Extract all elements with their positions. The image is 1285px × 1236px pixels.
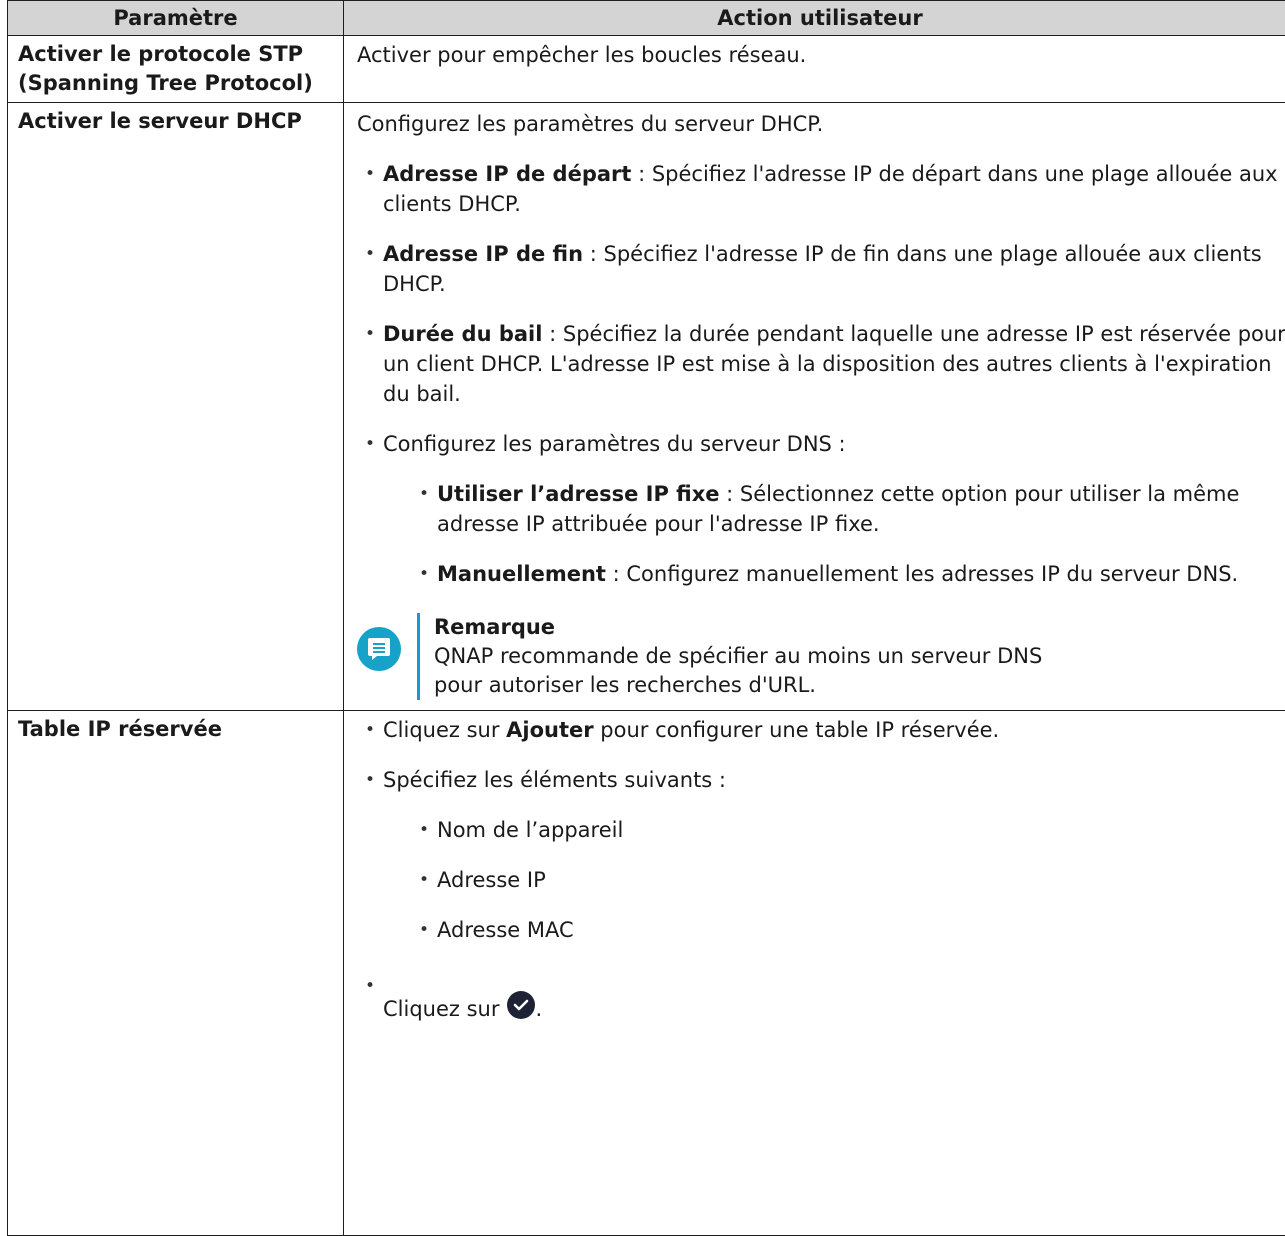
list-item: Manuellement : Configurez manuellement l…	[411, 559, 1285, 589]
list-item-label: Adresse IP de départ	[383, 162, 631, 186]
list-item: Cliquez sur Ajouter pour configurer une …	[357, 715, 1285, 745]
note-box: Remarque QNAP recommande de spécifier au…	[357, 613, 1285, 706]
dhcp-intro: Configurez les paramètres du serveur DHC…	[357, 109, 1285, 139]
list-item: Configurez les paramètres du serveur DNS…	[357, 429, 1285, 459]
parameters-table: Paramètre Action utilisateur Activer le …	[7, 0, 1285, 1236]
note-title: Remarque	[434, 613, 1042, 642]
dhcp-list: Adresse IP de départ : Spécifiez l'adres…	[357, 159, 1285, 459]
header-action-utilisateur: Action utilisateur	[344, 1, 1285, 36]
note-icon	[357, 627, 401, 671]
param-reserved-ip: Table IP réservée	[8, 711, 344, 1236]
param-stp: Activer le protocole STP (Spanning Tree …	[8, 36, 344, 103]
list-item-label: Durée du bail	[383, 322, 542, 346]
reserved-list: Cliquez sur Ajouter pour configurer une …	[357, 715, 1285, 795]
table-row-reserved-ip: Table IP réservée Cliquez sur Ajouter po…	[8, 711, 1285, 1236]
note-body: Remarque QNAP recommande de spécifier au…	[417, 613, 1042, 700]
list-item-text: pour configurer une table IP réservée.	[594, 718, 1000, 742]
dns-item-text: Configurez les paramètres du serveur DNS…	[383, 432, 846, 456]
param-dhcp: Activer le serveur DHCP	[8, 103, 344, 711]
ajouter-label: Ajouter	[506, 718, 593, 742]
action-stp: Activer pour empêcher les boucles réseau…	[344, 36, 1285, 103]
list-item-label: Adresse IP de fin	[383, 242, 583, 266]
list-item: Adresse IP de départ : Spécifiez l'adres…	[357, 159, 1285, 219]
table-row-dhcp: Activer le serveur DHCP Configurez les p…	[8, 103, 1285, 711]
list-item-text: : Configurez manuellement les adresses I…	[606, 562, 1238, 586]
list-item: Spécifiez les éléments suivants :	[357, 765, 1285, 795]
list-item: Utiliser l’adresse IP fixe : Sélectionne…	[411, 479, 1285, 539]
table-header-row: Paramètre Action utilisateur	[8, 1, 1285, 36]
list-item: Adresse IP	[411, 865, 1285, 895]
action-reserved-ip: Cliquez sur Ajouter pour configurer une …	[344, 711, 1285, 1236]
list-item-end: .	[535, 997, 542, 1021]
list-item: Adresse MAC	[411, 915, 1285, 945]
list-item-text: Spécifiez les éléments suivants :	[383, 768, 726, 792]
note-line-2: pour autoriser les recherches d'URL.	[434, 671, 1042, 700]
action-dhcp: Configurez les paramètres du serveur DHC…	[344, 103, 1285, 711]
list-item: Nom de l’appareil	[411, 815, 1285, 845]
list-item-text: Cliquez sur	[383, 718, 506, 742]
dns-sublist: Utiliser l’adresse IP fixe : Sélectionne…	[357, 479, 1285, 589]
table-row-stp: Activer le protocole STP (Spanning Tree …	[8, 36, 1285, 103]
note-line-1: QNAP recommande de spécifier au moins un…	[434, 642, 1042, 671]
list-item: Durée du bail : Spécifiez la durée penda…	[357, 319, 1285, 409]
list-item-text: Cliquez sur	[383, 997, 499, 1021]
checkmark-circle-icon	[507, 991, 535, 1019]
list-item-label: Manuellement	[437, 562, 606, 586]
list-item: Cliquez sur.	[357, 971, 1285, 1024]
list-item: Adresse IP de fin : Spécifiez l'adresse …	[357, 239, 1285, 299]
reserved-sublist: Nom de l’appareil Adresse IP Adresse MAC	[357, 815, 1285, 945]
reserved-final-list: Cliquez sur.	[357, 971, 1285, 1024]
list-item-label: Utiliser l’adresse IP fixe	[437, 482, 720, 506]
header-parametre: Paramètre	[8, 1, 344, 36]
